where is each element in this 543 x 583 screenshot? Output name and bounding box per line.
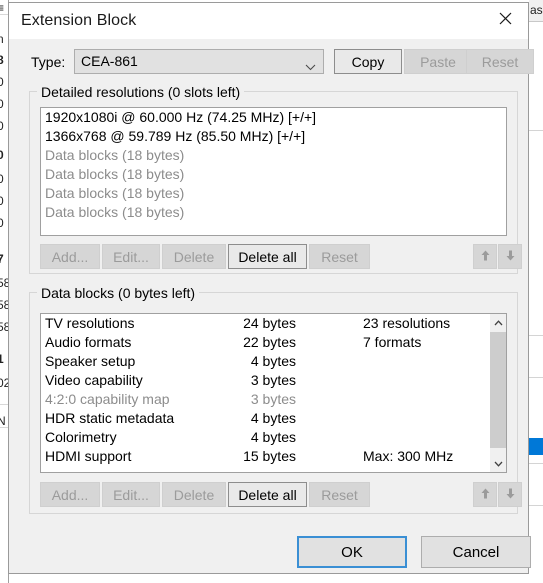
type-combobox[interactable]: CEA-861	[74, 49, 324, 74]
detailed-reset-button[interactable]: Reset	[309, 244, 370, 269]
data-block-name: HDMI support	[45, 448, 132, 464]
data-block-size: 4 bytes	[250, 429, 296, 445]
data-block-name: HDR static metadata	[45, 410, 175, 426]
data-block-name: 4:2:0 capability map	[45, 391, 170, 407]
type-combobox-value: CEA-861	[81, 53, 138, 69]
data-block-detail: 23 resolutions	[363, 315, 451, 331]
datablocks-move-down-button[interactable]	[498, 482, 522, 507]
detailed-resolution-row[interactable]: Data blocks (18 bytes)	[41, 146, 506, 165]
data-blocks-scrollbar[interactable]	[489, 314, 506, 472]
detailed-move-up-button[interactable]	[473, 244, 497, 269]
data-block-size: 22 bytes	[243, 334, 296, 350]
type-label: Type:	[31, 54, 66, 70]
data-block-name: Video capability	[45, 372, 143, 388]
detailed-move-down-button[interactable]	[498, 244, 522, 269]
datablocks-reset-button[interactable]: Reset	[309, 482, 370, 507]
ok-button[interactable]: OK	[297, 536, 407, 568]
background-selected-row	[529, 438, 543, 455]
datablocks-edit-button[interactable]: Edit...	[102, 482, 160, 507]
window-title: Extension Block	[21, 12, 137, 29]
chevron-down-icon	[305, 58, 316, 76]
detailed-resolutions-group-title: Detailed resolutions (0 slots left)	[37, 84, 245, 100]
data-block-row[interactable]: Speaker setup 4 bytes	[41, 352, 489, 371]
extension-block-dialog: Extension Block Type: CEA-861 Copy Paste…	[8, 2, 534, 574]
arrow-up-icon	[481, 248, 490, 266]
datablocks-add-button[interactable]: Add...	[40, 482, 100, 507]
data-block-size: 15 bytes	[243, 448, 296, 464]
data-blocks-list[interactable]: TV resolutions 24 bytes 23 resolutions Audi…	[40, 313, 507, 473]
detailed-resolution-row[interactable]: 1366x768 @ 59.789 Hz (85.50 MHz) [+/+]	[41, 127, 506, 146]
arrow-down-icon	[506, 486, 515, 504]
data-block-name: Speaker setup	[45, 353, 136, 369]
detailed-resolution-row[interactable]: 1920x1080i @ 60.000 Hz (74.25 MHz) [+/+]	[41, 108, 506, 127]
data-block-name: TV resolutions	[45, 315, 135, 331]
scroll-down-icon[interactable]	[490, 455, 506, 472]
data-block-name: Colorimetry	[45, 429, 117, 445]
data-block-name: Audio formats	[45, 334, 132, 350]
detailed-resolution-row[interactable]: Data blocks (18 bytes)	[41, 184, 506, 203]
data-block-detail: 7 formats	[363, 334, 422, 350]
data-block-row[interactable]: Audio formats 22 bytes 7 formats	[41, 333, 489, 352]
datablocks-delete-button[interactable]: Delete	[162, 482, 226, 507]
copy-button[interactable]: Copy	[334, 49, 402, 74]
data-block-size: 4 bytes	[250, 353, 296, 369]
data-block-row[interactable]: HDMI support 15 bytes Max: 300 MHz	[41, 447, 489, 466]
reset-extension-button[interactable]: Reset	[466, 49, 534, 74]
datablocks-delete-all-button[interactable]: Delete all	[228, 482, 307, 507]
close-icon[interactable]	[483, 3, 528, 33]
paste-button[interactable]: Paste	[404, 49, 472, 74]
arrow-down-icon	[506, 248, 515, 266]
detailed-add-button[interactable]: Add...	[40, 244, 100, 269]
detailed-edit-button[interactable]: Edit...	[102, 244, 160, 269]
data-blocks-group-title: Data blocks (0 bytes left)	[37, 285, 200, 301]
detailed-resolutions-list[interactable]: 1920x1080i @ 60.000 Hz (74.25 MHz) [+/+]…	[40, 107, 507, 236]
data-block-size: 3 bytes	[250, 391, 296, 407]
data-block-detail: Max: 300 MHz	[363, 448, 454, 464]
datablocks-move-up-button[interactable]	[473, 482, 497, 507]
screen: ≡ n 8 0 0 0 0 0 0 0 7 58 58 58 1 02 N as	[0, 0, 543, 583]
detailed-resolution-row[interactable]: Data blocks (18 bytes)	[41, 203, 506, 222]
data-block-size: 24 bytes	[243, 315, 296, 331]
title-bar: Extension Block	[9, 3, 528, 39]
data-block-row[interactable]: 4:2:0 capability map 3 bytes	[41, 390, 489, 409]
detailed-delete-button[interactable]: Delete	[162, 244, 226, 269]
data-block-row[interactable]: Colorimetry 4 bytes	[41, 428, 489, 447]
detailed-delete-all-button[interactable]: Delete all	[228, 244, 307, 269]
data-block-size: 4 bytes	[250, 410, 296, 426]
background-right-column: as	[529, 0, 543, 583]
data-block-row[interactable]: TV resolutions 24 bytes 23 resolutions	[41, 314, 489, 333]
scroll-up-icon[interactable]	[490, 314, 506, 331]
background-column-header-text: as	[530, 3, 543, 17]
arrow-up-icon	[481, 486, 490, 504]
cancel-button[interactable]: Cancel	[421, 536, 531, 568]
data-block-size: 3 bytes	[250, 372, 296, 388]
data-block-row[interactable]: Video capability 3 bytes	[41, 371, 489, 390]
data-block-row[interactable]: HDR static metadata 4 bytes	[41, 409, 489, 428]
detailed-resolution-row[interactable]: Data blocks (18 bytes)	[41, 165, 506, 184]
scrollbar-thumb[interactable]	[490, 332, 506, 448]
